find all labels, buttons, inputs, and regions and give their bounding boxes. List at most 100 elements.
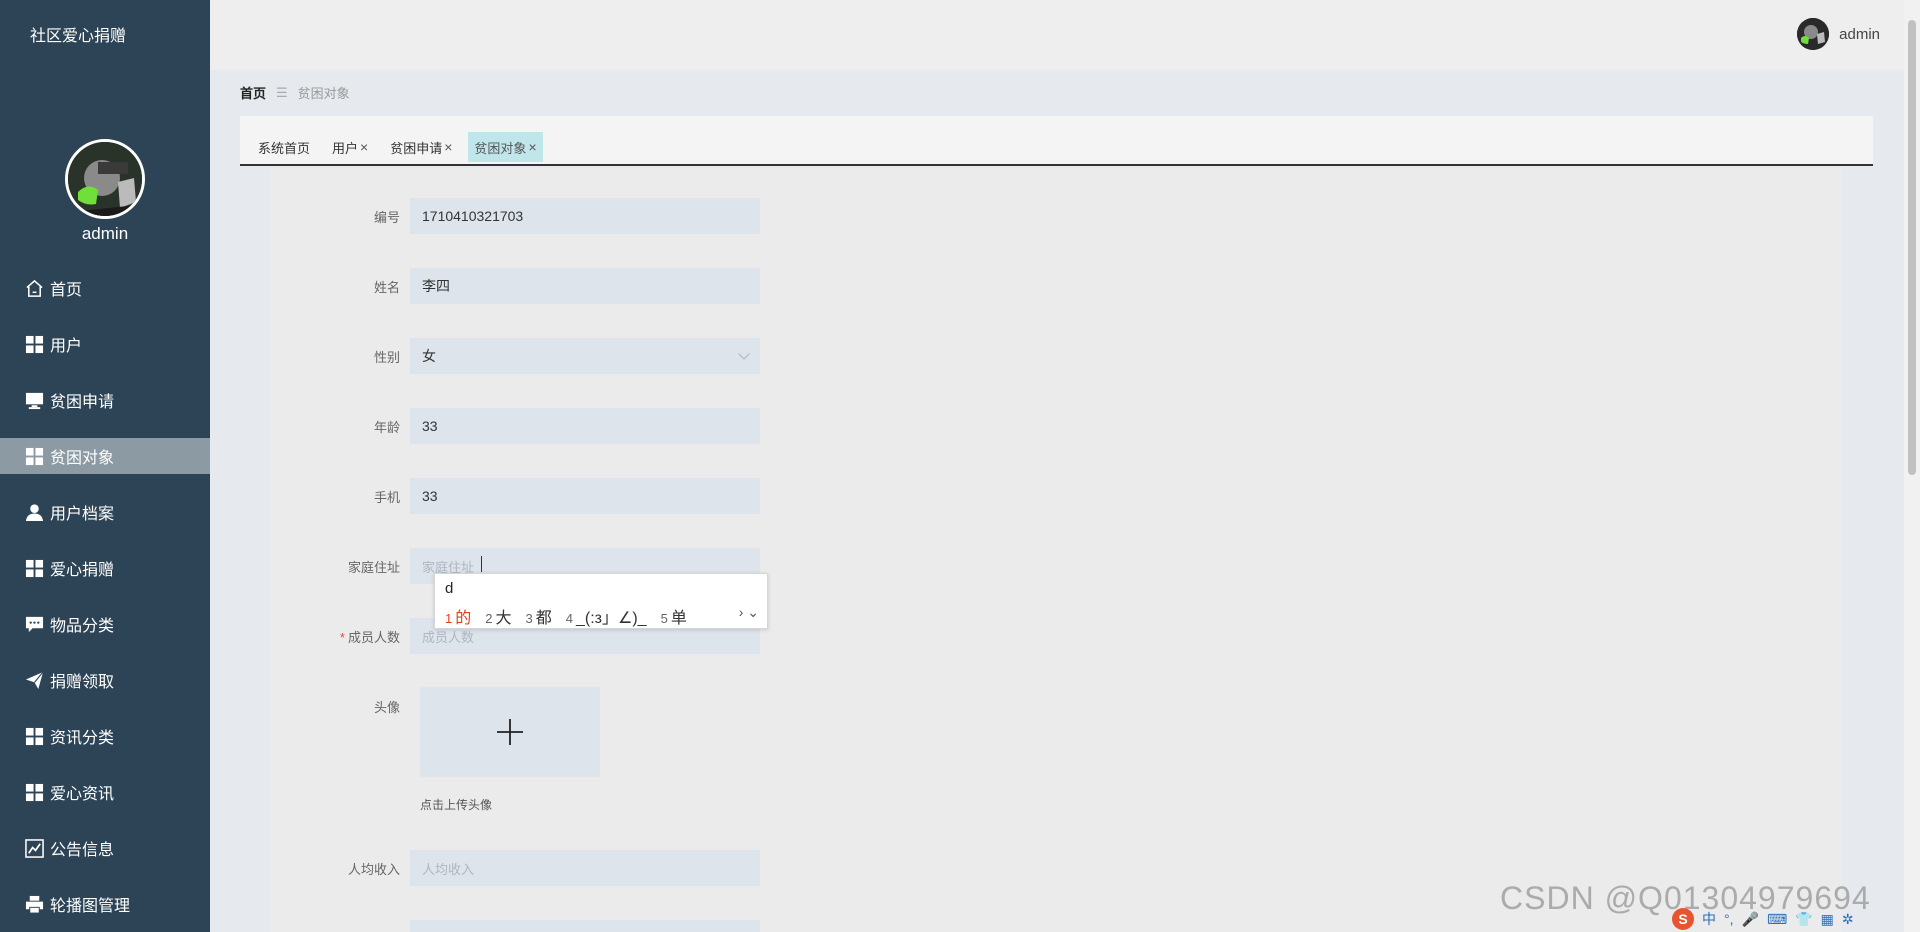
- sidebar-item-label: 爱心资讯: [50, 786, 115, 803]
- gender-select[interactable]: 女: [410, 338, 760, 374]
- sidebar: 社区爱心捐赠 admin 首页 用户 贫困申请 贫困对象 用户档案 爱心捐赠 物…: [0, 0, 210, 932]
- tab-poverty-apply[interactable]: 贫困申请 ×: [384, 132, 458, 162]
- sidebar-item-poverty-apply[interactable]: 贫困申请: [0, 382, 210, 418]
- grid-icon: [24, 334, 44, 354]
- sidebar-item-label: 贫困对象: [50, 450, 115, 467]
- microphone-icon[interactable]: 🎤: [1742, 911, 1759, 928]
- field-label: 手机: [373, 489, 400, 505]
- grid-icon: [24, 782, 44, 802]
- sidebar-item-label: 用户档案: [50, 506, 115, 523]
- ime-language-toggle[interactable]: 中: [1702, 909, 1716, 929]
- name-input[interactable]: 李四: [410, 268, 760, 304]
- tab-system-home[interactable]: 系统首页: [252, 132, 316, 162]
- ime-candidates: 1的 2大 3都 4 _(:з」∠)_ 5单: [445, 604, 701, 628]
- close-icon[interactable]: ×: [360, 139, 368, 155]
- close-icon[interactable]: ×: [528, 139, 536, 155]
- header-username: admin: [1839, 25, 1880, 43]
- sidebar-item-poverty-target[interactable]: 贫困对象: [0, 438, 210, 474]
- form-row-age: 年龄 33: [270, 408, 1070, 444]
- required-mark: *: [339, 629, 345, 645]
- phone-input[interactable]: 33: [410, 478, 760, 514]
- chevron-down-icon: [738, 348, 750, 360]
- toolbox-icon[interactable]: ▦: [1821, 911, 1834, 928]
- breadcrumb: 首页 ☰ 贫困对象: [240, 83, 350, 102]
- sidebar-item-charity-news[interactable]: 爱心资讯: [0, 774, 210, 810]
- avatar-image-icon: [68, 142, 142, 216]
- sidebar-item-label: 捐赠领取: [50, 674, 115, 691]
- breadcrumb-current: 贫困对象: [297, 86, 350, 101]
- sidebar-item-carousel[interactable]: 轮播图管理: [0, 886, 210, 922]
- header-user-menu[interactable]: admin: [1797, 18, 1880, 50]
- form-panel: 编号 1710410321703 姓名 李四 性别 女 年龄 33 手机 33 …: [270, 168, 1842, 932]
- ime-candidate[interactable]: 4 _(:з」∠)_: [566, 604, 647, 628]
- ime-candidate[interactable]: 1的: [445, 604, 471, 628]
- breadcrumb-home[interactable]: 首页: [240, 83, 266, 102]
- tab-bar: 系统首页 用户 × 贫困申请 × 贫困对象 ×: [240, 116, 1873, 166]
- chart-icon: [24, 838, 44, 858]
- tab-label: 系统首页: [258, 140, 311, 156]
- field-label: 姓名: [373, 279, 400, 295]
- header-avatar: [1797, 18, 1830, 50]
- tab-users[interactable]: 用户 ×: [326, 132, 374, 162]
- print-icon: [24, 894, 44, 914]
- ime-composition: d: [445, 580, 454, 597]
- ime-candidate[interactable]: 2大: [485, 604, 511, 628]
- grid-icon: [24, 558, 44, 578]
- ime-candidate[interactable]: 5单: [661, 604, 687, 628]
- tab-label: 贫困申请: [390, 140, 443, 156]
- form-row-income: 人均收入 人均收入: [270, 850, 1070, 886]
- sidebar-item-label: 公告信息: [50, 842, 115, 859]
- punctuation-icon[interactable]: °,: [1724, 911, 1734, 927]
- sidebar-avatar: [65, 139, 145, 219]
- sidebar-item-donation[interactable]: 爱心捐赠: [0, 550, 210, 586]
- sidebar-item-user-archive[interactable]: 用户档案: [0, 494, 210, 530]
- sidebar-item-home[interactable]: 首页: [0, 270, 210, 306]
- settings-icon[interactable]: ✲: [1842, 911, 1854, 928]
- number-input[interactable]: 1710410321703: [410, 198, 760, 234]
- skin-icon[interactable]: 👕: [1795, 911, 1812, 928]
- sidebar-item-label: 首页: [50, 282, 83, 299]
- sidebar-username: admin: [81, 224, 129, 243]
- ime-page-nav[interactable]: › ⌄: [739, 604, 759, 621]
- sidebar-item-label: 贫困申请: [50, 394, 115, 411]
- ime-candidate-popup: d 1的 2大 3都 4 _(:з」∠)_ 5单 › ⌄: [434, 573, 768, 629]
- breadcrumb-separator: ☰: [276, 84, 288, 100]
- plus-icon: [497, 719, 523, 745]
- sidebar-item-item-category[interactable]: 物品分类: [0, 606, 210, 642]
- grid-icon: [24, 726, 44, 746]
- sidebar-item-label: 爱心捐赠: [50, 562, 115, 579]
- sidebar-item-news-category[interactable]: 资讯分类: [0, 718, 210, 754]
- ime-candidate[interactable]: 3都: [526, 604, 552, 628]
- field-label: 编号: [373, 209, 400, 225]
- chat-icon: [24, 614, 44, 634]
- sidebar-item-users[interactable]: 用户: [0, 326, 210, 362]
- field-label: 性别: [373, 349, 400, 365]
- top-header: admin: [210, 0, 1904, 70]
- field-label: * 成员人数: [270, 627, 410, 646]
- tab-poverty-target[interactable]: 贫困对象 ×: [468, 132, 543, 162]
- user-icon: [24, 502, 44, 522]
- close-icon[interactable]: ×: [444, 139, 452, 155]
- age-input[interactable]: 33: [410, 408, 760, 444]
- upload-hint: 点击上传头像: [420, 798, 493, 812]
- grid-icon: [24, 446, 44, 466]
- brand-title: 社区爱心捐赠: [30, 28, 127, 45]
- monitor-icon: [24, 390, 44, 410]
- field-label: 年龄: [373, 419, 400, 435]
- form-row-gender: 性别 女: [270, 338, 1070, 374]
- avatar-upload-button[interactable]: [420, 687, 600, 777]
- field-label: 家庭住址: [347, 559, 400, 575]
- keyboard-icon[interactable]: ⌨: [1767, 911, 1787, 928]
- sidebar-item-donation-claim[interactable]: 捐赠领取: [0, 662, 210, 698]
- next-input[interactable]: [410, 920, 760, 932]
- text-cursor-icon: [481, 556, 489, 572]
- sidebar-item-notice[interactable]: 公告信息: [0, 830, 210, 866]
- income-input[interactable]: 人均收入: [410, 850, 760, 886]
- field-label: 头像: [373, 699, 400, 715]
- scrollbar-thumb[interactable]: [1908, 20, 1916, 475]
- send-icon: [24, 670, 44, 690]
- sogou-logo-icon[interactable]: S: [1672, 908, 1694, 930]
- vertical-scrollbar[interactable]: [1904, 0, 1920, 932]
- form-row-name: 姓名 李四: [270, 268, 1070, 304]
- field-label-text: 成员人数: [347, 629, 400, 645]
